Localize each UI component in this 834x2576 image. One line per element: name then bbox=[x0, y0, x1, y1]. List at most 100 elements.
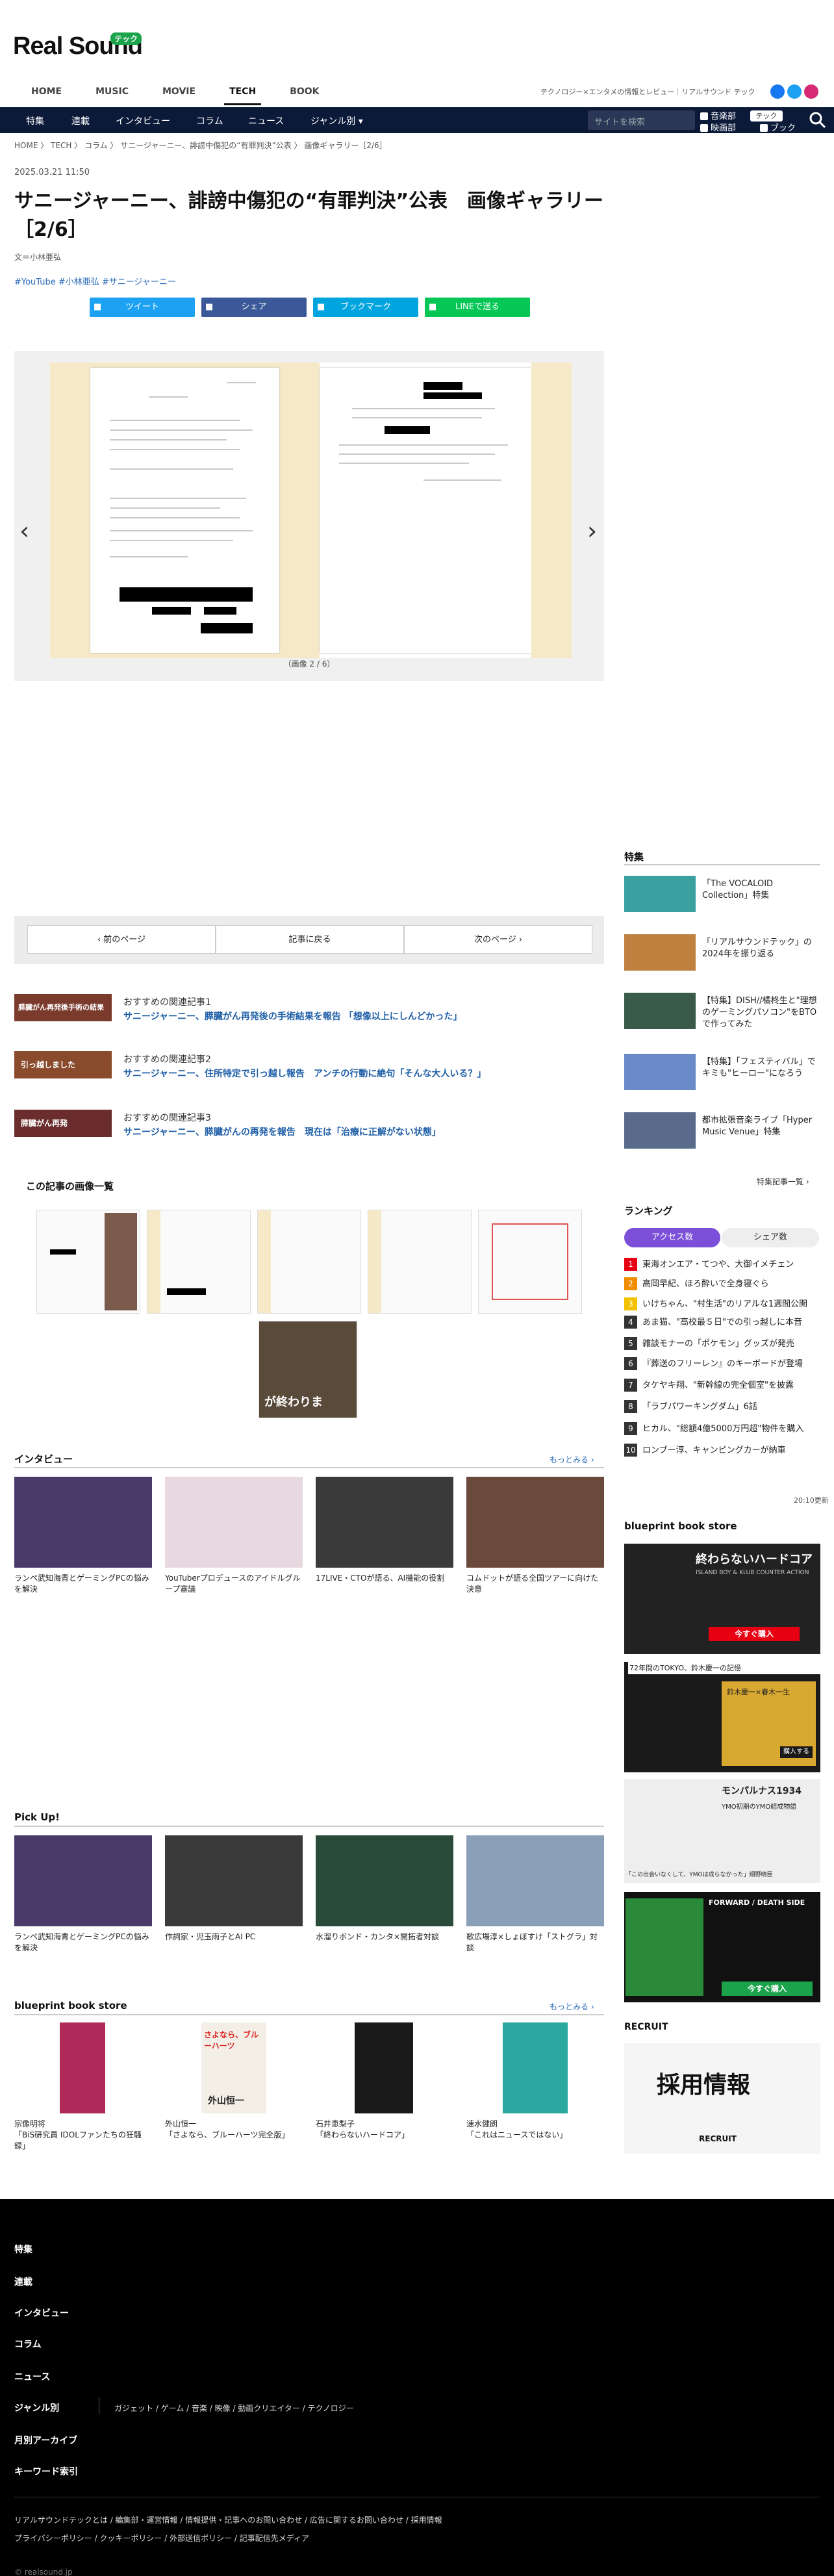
nav-special[interactable]: 特集 bbox=[26, 114, 44, 127]
ranking-title: ロンブー淳、キャンピングカーが納車 bbox=[642, 1446, 786, 1455]
article-tags[interactable]: #YouTube #小林亜弘 #サニージャーニー bbox=[14, 275, 176, 287]
pickup-card[interactable]: 歌広場淳×しょぼすけ「ストグラ」対談 bbox=[466, 1835, 604, 1954]
book-card[interactable]: さよなら、ブルーハーツ 外山恒一 外山恒一 「さよなら、ブルーハーツ完全版」 bbox=[165, 2022, 303, 2141]
footer-keyword-index[interactable]: キーワード索引 bbox=[14, 2465, 78, 2478]
special-item[interactable]: 【特集】DISH//橘柊生と"理想のゲーミングパソコン"をBTOで作ってみた bbox=[624, 993, 820, 1029]
ranking-item[interactable]: 5 雑談モナーの「ポケモン」グッズが発売 bbox=[624, 1336, 794, 1350]
back-to-article-button[interactable]: 記事に戻る bbox=[216, 925, 404, 954]
interview-more-link[interactable]: もっとみる › bbox=[550, 1454, 594, 1465]
instagram-icon[interactable] bbox=[804, 84, 818, 99]
gallery-pager: ‹ 前のページ 記事に戻る 次のページ › bbox=[14, 916, 604, 964]
related-article-3[interactable]: 膵臓がん再発 おすすめの関連記事3 サニージャーニー、膵臓がんの再発を報告 現在は… bbox=[14, 1110, 604, 1138]
rank-number: 4 bbox=[624, 1316, 637, 1329]
nav-genre-dropdown[interactable]: ジャンル別 ▾ bbox=[310, 114, 363, 127]
gallery-prev-arrow[interactable]: ‹ bbox=[19, 516, 29, 545]
filter-tech[interactable]: テック bbox=[750, 110, 783, 121]
rank-number: 7 bbox=[624, 1379, 637, 1392]
site-tagline: テクノロジー×エンタメの情報とレビュー｜リアルサウンド テック bbox=[540, 88, 755, 96]
nav-series[interactable]: 連載 bbox=[71, 114, 90, 127]
interview-card[interactable]: ランペ武知海青とゲーミングPCの悩みを解決 bbox=[14, 1477, 152, 1595]
book-ad-4[interactable]: FORWARD / DEATH SIDE 今すぐ購入 bbox=[624, 1892, 820, 2002]
topnav-home[interactable]: HOME bbox=[14, 83, 79, 104]
footer-links-1[interactable]: リアルサウンドテックとは / 編集部・運営情報 / 情報提供・記事へのお問い合わ… bbox=[14, 2514, 442, 2525]
gallery-thumb-5[interactable] bbox=[478, 1210, 582, 1314]
twitter-icon: ■ bbox=[94, 302, 102, 312]
facebook-share-button[interactable]: ■ シェア bbox=[201, 298, 307, 317]
special-item[interactable]: 「The VOCALOID Collection」特集 bbox=[624, 876, 820, 912]
nav-column[interactable]: コラム bbox=[196, 114, 223, 127]
topnav-music[interactable]: MUSIC bbox=[79, 83, 145, 104]
ranking-item[interactable]: 6 『葬送のフリーレン』のキーボードが登場 bbox=[624, 1357, 803, 1370]
ranking-item[interactable]: 10 ロンブー淳、キャンピングカーが納車 bbox=[624, 1443, 786, 1457]
facebook-icon[interactable] bbox=[770, 84, 785, 99]
special-item[interactable]: 「リアルサウンドテック」の2024年を振り返る bbox=[624, 934, 820, 971]
ranking-item[interactable]: 3 いけちゃん、"村生活"のリアルな1週間公開 bbox=[624, 1297, 807, 1310]
prev-page-button[interactable]: ‹ 前のページ bbox=[27, 925, 216, 954]
line-share-button[interactable]: ■ LINEで送る bbox=[425, 298, 530, 317]
filter-movie[interactable]: 映画部 bbox=[700, 121, 736, 133]
gallery-next-arrow[interactable]: › bbox=[587, 516, 597, 545]
gallery-thumb-1[interactable] bbox=[36, 1210, 140, 1314]
rank-number: 5 bbox=[624, 1337, 637, 1350]
footer-links-2[interactable]: プライバシーポリシー / クッキーポリシー / 外部送信ポリシー / 記事配信先… bbox=[14, 2532, 309, 2544]
footer-column[interactable]: コラム bbox=[14, 2338, 42, 2351]
topnav-book[interactable]: BOOK bbox=[273, 83, 336, 104]
filter-book[interactable]: ブック bbox=[760, 121, 796, 133]
footer-genre-links[interactable]: ガジェット / ゲーム / 音楽 / 映像 / 動画クリエイター / テクノロジ… bbox=[114, 2403, 354, 2414]
bookstore-more-link[interactable]: もっとみる › bbox=[550, 2001, 594, 2012]
footer-special[interactable]: 特集 bbox=[14, 2243, 32, 2256]
footer-genre[interactable]: ジャンル別 bbox=[14, 2401, 59, 2414]
special-item[interactable]: 都市拡張音楽ライブ「Hyper Music Venue」特集 bbox=[624, 1112, 820, 1149]
footer-news[interactable]: ニュース bbox=[14, 2370, 50, 2383]
ranking-item[interactable]: 9 ヒカル、"総額4億5000万円超"物件を購入 bbox=[624, 1422, 803, 1435]
interview-card[interactable]: YouTuberプロデュースのアイドルグループ審議 bbox=[165, 1477, 303, 1595]
related-article-1[interactable]: 膵臓がん再発後手術の結果 おすすめの関連記事1 サニージャーニー、膵臓がん再発後の… bbox=[14, 994, 604, 1022]
footer-interview[interactable]: インタビュー bbox=[14, 2306, 69, 2319]
book-card[interactable]: 石井恵梨子 「終わらないハードコア」 bbox=[316, 2022, 453, 2141]
document-page-right bbox=[320, 363, 572, 658]
search-icon[interactable] bbox=[809, 111, 827, 129]
ranking-title: 「ラブパワーキングダム」6話 bbox=[642, 1402, 757, 1412]
book-ad-1[interactable]: 終わらないハードコア ISLAND BOY & KLUB COUNTER ACT… bbox=[624, 1544, 820, 1654]
ranking-item[interactable]: 4 あま猫、"高校最５日"での引っ越しに本音 bbox=[624, 1315, 802, 1329]
book-card[interactable]: 速水健朗 「これはニュースではない」 bbox=[466, 2022, 604, 2141]
nav-interview[interactable]: インタビュー bbox=[116, 114, 170, 127]
hatena-bookmark-button[interactable]: ■ ブックマーク bbox=[313, 298, 418, 317]
pickup-card[interactable]: 水溜りボンド・カンタ×開拓者対談 bbox=[316, 1835, 453, 1943]
gallery-thumb-4[interactable] bbox=[368, 1210, 472, 1314]
rank-number: 10 bbox=[624, 1444, 637, 1457]
ranking-item[interactable]: 7 タケヤキ翔、"新幹線の完全個室"を披露 bbox=[624, 1378, 794, 1392]
ranking-item[interactable]: 1 東海オンエア・てつや、大御イメチェン bbox=[624, 1257, 794, 1271]
topnav-movie[interactable]: MOVIE bbox=[145, 83, 212, 104]
book-card[interactable]: 宗像明将 「BiS研究員 IDOLファンたちの狂騒録」 bbox=[14, 2022, 152, 2152]
tab-access[interactable]: アクセス数 bbox=[624, 1228, 720, 1247]
next-page-button[interactable]: 次のページ › bbox=[404, 925, 592, 954]
topnav-tech[interactable]: TECH bbox=[212, 83, 273, 105]
ranking-item[interactable]: 8 「ラブパワーキングダム」6話 bbox=[624, 1399, 757, 1413]
breadcrumb[interactable]: HOME 〉 TECH 〉 コラム 〉 サニージャーニー、誹謗中傷犯の“有罪判決… bbox=[14, 140, 387, 151]
gallery-caption: （画像 2 / 6） bbox=[283, 659, 335, 669]
recruit-banner[interactable]: 採用情報 RECRUIT bbox=[624, 2043, 820, 2154]
footer-series[interactable]: 連載 bbox=[14, 2275, 32, 2288]
nav-news[interactable]: ニュース bbox=[248, 114, 284, 127]
ranking-item[interactable]: 2 高岡早紀、ほろ酔いで全身寝ぐら bbox=[624, 1277, 769, 1290]
footer-monthly-archive[interactable]: 月別アーカイブ bbox=[14, 2434, 77, 2447]
special-item[interactable]: 【特集】「フェスティバル」でキミも"ヒーロー"になろう bbox=[624, 1054, 820, 1090]
interview-card[interactable]: 17LIVE・CTOが語る、AI機能の役割 bbox=[316, 1477, 453, 1584]
ranking-title: タケヤキ翔、"新幹線の完全個室"を披露 bbox=[642, 1381, 794, 1390]
gallery-thumb-6[interactable]: が終わりま bbox=[259, 1321, 357, 1418]
twitter-icon[interactable] bbox=[787, 84, 802, 99]
filter-music[interactable]: 音楽部 bbox=[700, 109, 736, 121]
pickup-card[interactable]: ランペ武知海青とゲーミングPCの悩みを解決 bbox=[14, 1835, 152, 1954]
book-ad-3[interactable]: モンパルナス1934 YMO初期のYMO結成物語 「この出会いなくして、YMOは… bbox=[624, 1779, 820, 1883]
special-more-link[interactable]: 特集記事一覧 › bbox=[757, 1176, 809, 1187]
interview-card[interactable]: コムドットが語る全国ツアーに向けた決意 bbox=[466, 1477, 604, 1595]
tab-share[interactable]: シェア数 bbox=[722, 1228, 819, 1247]
gallery-thumb-3[interactable] bbox=[257, 1210, 361, 1314]
search-input[interactable]: サイトを検索 bbox=[588, 110, 695, 130]
related-article-2[interactable]: 引っ越しました おすすめの関連記事2 サニージャーニー、住所特定で引っ越し報告 ア… bbox=[14, 1051, 604, 1079]
book-ad-2[interactable]: 72年間のTOKYO、鈴木慶一の記憶 鈴木慶一×春木一生 購入する bbox=[624, 1661, 823, 1772]
pickup-card[interactable]: 作詞家・児玉雨子とAI PC bbox=[165, 1835, 303, 1943]
tweet-button[interactable]: ■ ツイート bbox=[90, 298, 195, 317]
gallery-thumb-2[interactable] bbox=[147, 1210, 251, 1314]
